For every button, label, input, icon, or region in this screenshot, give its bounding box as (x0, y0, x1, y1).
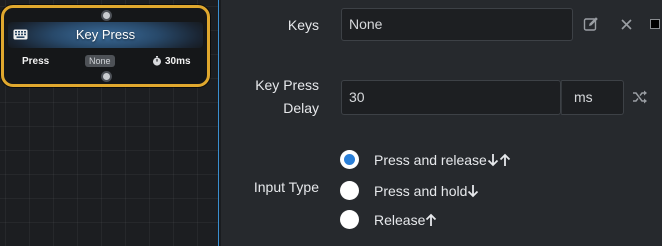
edit-icon[interactable] (583, 16, 599, 32)
node-summary: Press None 30ms (4, 54, 207, 68)
input-type-label: Input Type (253, 179, 319, 195)
radio-label-row1: Press and release (374, 152, 511, 168)
arrow-down-icon (468, 185, 479, 198)
node-canvas[interactable]: Key Press Press None 30ms (0, 0, 218, 246)
arrow-up-icon (499, 153, 510, 166)
input-port[interactable] (101, 10, 112, 21)
node-action: Press (22, 56, 50, 67)
radio-label-row2: Press and hold (374, 183, 479, 199)
key-press-delay-input[interactable]: 30 (341, 80, 561, 115)
radio-label: Release (374, 212, 426, 228)
radio-label-row3: Release (374, 212, 437, 228)
key-press-node[interactable]: Key Press Press None 30ms (1, 5, 210, 87)
delay-unit: ms (561, 80, 624, 115)
properties-panel: Keys None Key Press Delay 30 ms Input Ty… (221, 0, 662, 246)
random-icon[interactable] (632, 89, 648, 105)
output-port[interactable] (101, 71, 112, 82)
arrow-down-icon (487, 154, 498, 167)
key-capture-button[interactable] (650, 19, 660, 29)
radio-label: Press and hold (374, 183, 468, 199)
radio-button[interactable] (340, 150, 359, 169)
stopwatch-icon (153, 56, 161, 66)
node-delay: 30ms (165, 56, 191, 67)
key-press-delay-label: Key Press Delay (245, 74, 319, 120)
radio-button[interactable] (340, 210, 359, 229)
arrow-up-icon (426, 213, 437, 226)
node-header: Key Press (8, 22, 203, 48)
radio-label: Press and release (374, 152, 487, 168)
close-icon[interactable] (619, 17, 635, 33)
node-title: Key Press (75, 27, 136, 42)
delay-label-line1: Key Press (255, 77, 319, 93)
radio-button[interactable] (340, 181, 359, 200)
keys-label: Keys (287, 17, 319, 33)
delay-label-line2: Delay (283, 100, 319, 116)
node-key-badge: None (85, 55, 115, 67)
keys-field[interactable]: None (341, 8, 573, 41)
